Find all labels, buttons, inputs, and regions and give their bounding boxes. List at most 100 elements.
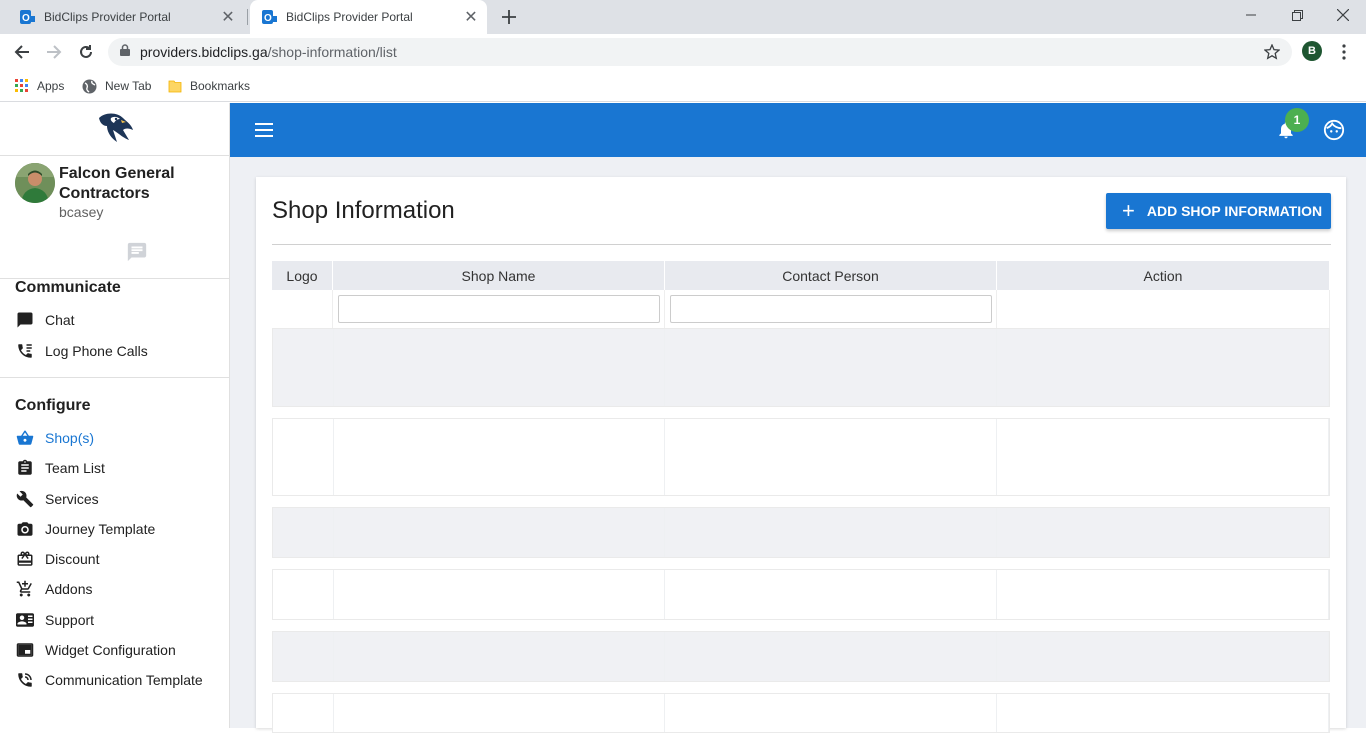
sidebar-item-chat[interactable]: Chat: [15, 309, 225, 331]
avatar[interactable]: [15, 163, 55, 203]
column-header-action[interactable]: Action: [997, 261, 1330, 290]
svg-text:O: O: [264, 13, 272, 24]
table-cell: [273, 632, 334, 681]
sidebar-item-discount[interactable]: Discount: [15, 548, 225, 570]
bookmark-label: Bookmarks: [190, 79, 251, 93]
table-row[interactable]: [272, 693, 1330, 733]
bidclips-favicon-icon: O: [20, 9, 36, 25]
filter-cell-shop-name: [333, 290, 665, 328]
cart-add-icon: [15, 579, 35, 599]
add-shop-information-button[interactable]: + ADD SHOP INFORMATION: [1106, 193, 1331, 229]
table-cell: [997, 632, 1330, 681]
close-tab-icon[interactable]: ✕: [218, 7, 238, 27]
browser-tab[interactable]: O BidClips Provider Portal ✕: [8, 0, 244, 34]
table-row[interactable]: [272, 569, 1330, 620]
shop-information-card: Shop Information + ADD SHOP INFORMATION …: [256, 177, 1346, 733]
table-cell: [273, 508, 334, 557]
user-account-icon[interactable]: [1323, 119, 1345, 146]
table-cell: [665, 508, 997, 557]
table-row[interactable]: [272, 328, 1330, 407]
bookmark-apps[interactable]: Apps: [15, 76, 64, 96]
new-tab-button[interactable]: [497, 5, 521, 29]
sidebar-item-label: Journey Template: [45, 521, 156, 537]
restore-window-icon[interactable]: [1274, 0, 1320, 30]
address-bar[interactable]: providers.bidclips.ga/shop-information/l…: [108, 38, 1292, 66]
falcon-logo-icon[interactable]: [95, 110, 135, 149]
username: bcasey: [59, 204, 104, 220]
bookmark-star-icon[interactable]: [1263, 43, 1281, 65]
column-header-shop-name[interactable]: Shop Name: [333, 261, 665, 290]
sidebar-item-team-list[interactable]: Team List: [15, 457, 225, 479]
table-row[interactable]: [272, 418, 1330, 496]
table-cell: [665, 632, 997, 681]
sidebar-item-label: Log Phone Calls: [45, 343, 148, 359]
sidebar-item-support[interactable]: Support: [15, 609, 225, 631]
brand-logo-area: [0, 103, 229, 156]
column-header-logo[interactable]: Logo: [272, 261, 333, 290]
close-tab-icon[interactable]: ✕: [461, 7, 481, 27]
shop-name-filter-input[interactable]: [337, 295, 660, 323]
forward-arrow-icon[interactable]: [40, 38, 68, 66]
filter-row: [272, 290, 1330, 328]
sidebar-item-services[interactable]: Services: [15, 488, 225, 510]
close-window-icon[interactable]: [1320, 0, 1366, 30]
browser-menu-icon[interactable]: [1336, 42, 1352, 62]
section-title-communicate: Communicate: [15, 279, 121, 296]
sidebar-item-label: Communication Template: [45, 672, 203, 688]
menu-toggle-icon[interactable]: [254, 120, 274, 140]
app-header: 1: [230, 103, 1366, 157]
sidebar-item-addons[interactable]: Addons: [15, 578, 225, 600]
bookmark-folder[interactable]: Bookmarks: [168, 76, 250, 96]
reload-icon[interactable]: [72, 38, 100, 66]
contact-person-filter-input[interactable]: [669, 295, 992, 323]
browser-profile-avatar[interactable]: B: [1302, 41, 1322, 61]
phone-forward-icon: [15, 670, 35, 690]
table-cell: [997, 694, 1330, 732]
table-cell: [273, 570, 334, 619]
browser-tab-strip: O BidClips Provider Portal ✕ O BidClips …: [0, 0, 1366, 34]
page-title: Shop Information: [272, 197, 455, 224]
section-title-configure: Configure: [15, 397, 91, 414]
wrench-icon: [15, 489, 35, 509]
table-cell: [334, 632, 666, 681]
bookmark-label: Apps: [37, 79, 65, 93]
sidebar-item-label: Chat: [45, 312, 75, 328]
sidebar-item-label: Discount: [45, 551, 100, 567]
sidebar-item-label: Services: [45, 491, 99, 507]
message-bubble-icon[interactable]: [126, 241, 148, 268]
bookmark-label: New Tab: [105, 79, 152, 93]
contact-card-icon: [15, 610, 35, 630]
title-divider: [272, 244, 1331, 245]
table-cell: [665, 570, 997, 619]
sidebar-divider: [0, 377, 230, 378]
table-cell: [334, 694, 666, 732]
table-cell: [334, 508, 666, 557]
back-arrow-icon[interactable]: [8, 38, 36, 66]
clipboard-icon: [15, 458, 35, 478]
browser-tab-active[interactable]: O BidClips Provider Portal ✕: [250, 0, 487, 34]
sidebar-item-widget-configuration[interactable]: Widget Configuration: [15, 639, 225, 661]
sidebar-item-journey-template[interactable]: Journey Template: [15, 518, 225, 540]
table-cell: [997, 508, 1330, 557]
url-text: providers.bidclips.ga/shop-information/l…: [140, 44, 397, 60]
column-header-contact-person[interactable]: Contact Person: [665, 261, 997, 290]
notification-count-badge: 1: [1285, 108, 1309, 132]
table-row[interactable]: [272, 631, 1330, 682]
sidebar-item-communication-template[interactable]: Communication Template: [15, 669, 225, 691]
apps-grid-icon: [15, 79, 29, 93]
filter-cell-action: [997, 290, 1330, 328]
tab-title: BidClips Provider Portal: [286, 10, 413, 24]
lock-icon: [120, 43, 130, 61]
bookmark-new-tab[interactable]: New Tab: [82, 76, 151, 96]
chat-icon: [15, 310, 35, 330]
table-cell: [665, 694, 997, 732]
sidebar-item-label: Shop(s): [45, 430, 95, 446]
sidebar: Falcon General Contractors bcasey Commun…: [0, 103, 230, 728]
table-row[interactable]: [272, 507, 1330, 558]
table-cell: [334, 419, 666, 495]
sidebar-item-log-phone-calls[interactable]: Log Phone Calls: [15, 340, 225, 362]
filter-cell-logo: [272, 290, 333, 328]
minimize-window-icon[interactable]: [1228, 0, 1274, 30]
sidebar-item-shops[interactable]: Shop(s): [15, 427, 225, 449]
table-cell: [273, 419, 334, 495]
